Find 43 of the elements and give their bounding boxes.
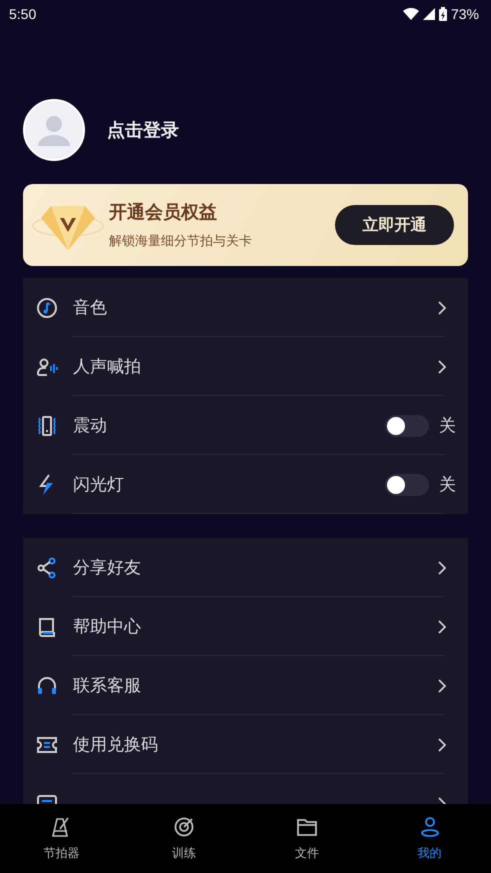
settings-label: 音色 bbox=[73, 297, 108, 319]
tab[interactable]: 我的 bbox=[368, 804, 491, 873]
battery-level: 73% bbox=[450, 6, 479, 22]
settings-label: 人声喊拍 bbox=[73, 356, 142, 378]
chevron-icon bbox=[438, 560, 446, 574]
subscribe-button[interactable]: 立即开通 bbox=[335, 205, 454, 245]
wifi-icon bbox=[402, 8, 419, 20]
chevron-icon bbox=[438, 620, 446, 634]
signal-icon bbox=[422, 8, 435, 20]
settings-label: 闪光灯 bbox=[73, 474, 125, 496]
settings-label: 使用兑换码 bbox=[73, 734, 159, 756]
toggle-state: 关 bbox=[439, 415, 456, 437]
settings-label: 震动 bbox=[73, 415, 108, 437]
status-time: 5:50 bbox=[9, 6, 36, 22]
toggle-state: 关 bbox=[439, 474, 456, 496]
vip-title: 开通会员权益 bbox=[109, 201, 218, 224]
chevron-icon bbox=[438, 738, 446, 752]
chevron-icon bbox=[438, 300, 446, 314]
login-link[interactable]: 点击登录 bbox=[107, 118, 179, 142]
chevron-icon bbox=[438, 360, 446, 374]
settings-row[interactable]: 帮助中心 bbox=[35, 597, 456, 656]
vip-banner[interactable]: 开通会员权益 解锁海量细分节拍与关卡 立即开通 bbox=[23, 184, 468, 266]
vibrating-phone-icon bbox=[35, 414, 59, 438]
settings-label: 帮助中心 bbox=[73, 616, 142, 638]
settings-row[interactable]: 人声喊拍 bbox=[35, 337, 456, 396]
chevron-icon bbox=[438, 678, 446, 692]
tab[interactable]: 文件 bbox=[246, 804, 368, 873]
music-note-icon bbox=[35, 296, 59, 320]
settings-row[interactable]: 分享好友 bbox=[35, 538, 456, 597]
toggle-switch[interactable] bbox=[385, 474, 429, 496]
vip-subtitle: 解锁海量细分节拍与关卡 bbox=[109, 233, 253, 250]
tab[interactable]: 节拍器 bbox=[0, 804, 123, 873]
target-icon bbox=[172, 815, 196, 839]
settings-label: 联系客服 bbox=[73, 675, 142, 697]
settings-label: 分享好友 bbox=[73, 557, 142, 579]
settings-row[interactable]: 震动 关 bbox=[35, 396, 456, 455]
settings-row[interactable]: 音色 bbox=[35, 278, 456, 337]
settings-row[interactable]: 使用兑换码 bbox=[35, 715, 456, 774]
tab[interactable]: 训练 bbox=[122, 804, 246, 873]
settings-row[interactable]: 联系客服 bbox=[35, 656, 456, 715]
battery-icon bbox=[438, 7, 447, 21]
toggle-switch[interactable] bbox=[385, 414, 429, 436]
settings-row[interactable]: 闪光灯 关 bbox=[35, 455, 456, 514]
